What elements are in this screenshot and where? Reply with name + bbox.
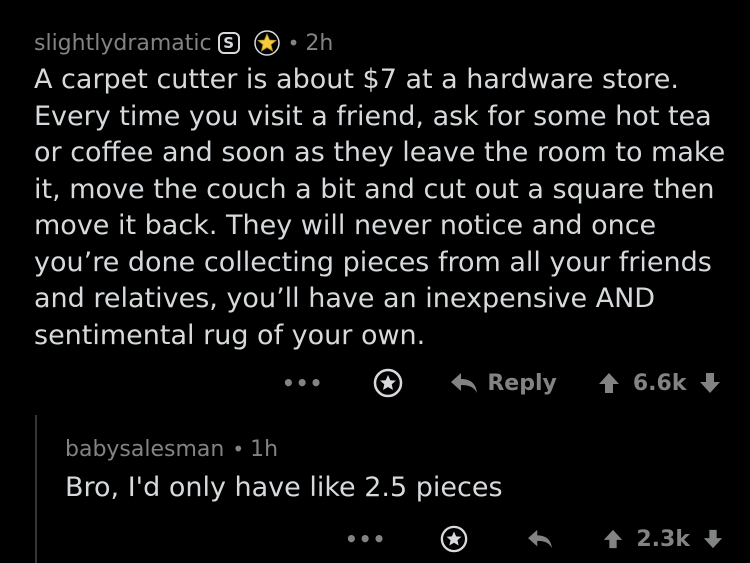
parent-comment-meta: slightlydramatic S • 2h <box>34 26 734 60</box>
parent-username[interactable]: slightlydramatic <box>34 31 212 56</box>
parent-score: 6.6k <box>632 370 687 396</box>
reply-comment-body: Bro, I'd only have like 2.5 pieces <box>65 472 503 503</box>
top-edge <box>0 0 750 10</box>
downvote-icon[interactable] <box>702 528 724 550</box>
mod-badge-icon: S <box>217 32 240 54</box>
reply-arrow-icon[interactable] <box>526 528 554 550</box>
parent-timestamp: 2h <box>305 30 334 56</box>
reply-label: Reply <box>487 370 557 396</box>
reply-score: 2.3k <box>636 526 690 552</box>
parent-comment-body: A carpet cutter is about $7 at a hardwar… <box>34 64 726 351</box>
reply-timestamp: 1h <box>250 436 279 462</box>
reply-arrow-icon <box>451 373 478 393</box>
downvote-icon[interactable] <box>698 371 722 395</box>
upvote-icon[interactable] <box>602 528 624 550</box>
thread-line[interactable] <box>35 415 37 563</box>
reply-button[interactable]: Reply <box>449 371 557 396</box>
meta-separator: • <box>287 31 300 55</box>
give-award-icon[interactable] <box>440 525 468 553</box>
upvote-icon[interactable] <box>597 371 621 395</box>
reply-comment: babysalesman • 1h Bro, I'd only have lik… <box>65 432 725 506</box>
award-icon[interactable] <box>253 30 280 56</box>
give-award-icon[interactable] <box>373 368 403 398</box>
reply-username[interactable]: babysalesman <box>65 437 224 462</box>
more-options-button[interactable]: ••• <box>345 527 386 551</box>
more-options-button[interactable]: ••• <box>282 371 323 395</box>
parent-action-bar: ••• Reply 6.6k <box>282 366 722 400</box>
reply-comment-meta: babysalesman • 1h <box>65 432 725 466</box>
meta-separator: • <box>232 437 245 461</box>
parent-comment: slightlydramatic S • 2h A carpet cutter … <box>34 26 734 354</box>
reply-action-bar: ••• 2.3k <box>345 523 724 555</box>
